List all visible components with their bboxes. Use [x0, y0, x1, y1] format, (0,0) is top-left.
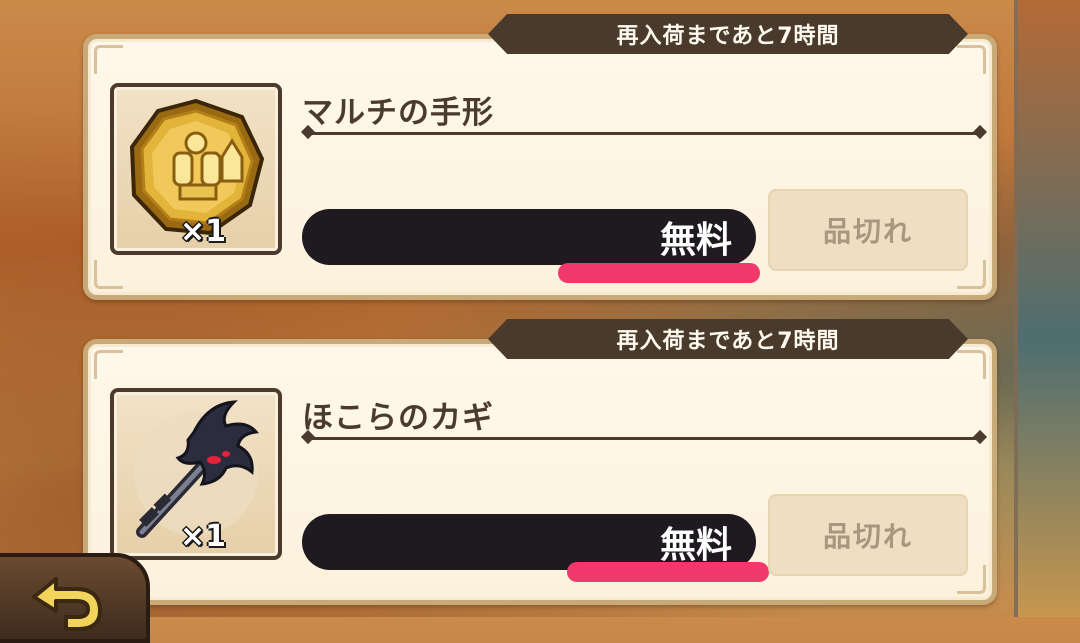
item-quantity: ×1	[180, 214, 227, 249]
card-corner-ornament	[94, 350, 123, 379]
sold-out-label: 品切れ	[822, 520, 913, 553]
price-label: 無料	[659, 220, 732, 261]
card-corner-ornament	[94, 45, 123, 74]
restock-banner: 再入荷まであと7時間	[488, 319, 968, 359]
sold-out-button[interactable]: 品切れ	[768, 494, 968, 576]
shop-item-card: 再入荷まであと7時間 ×1 マルチの手形 無料 品切れ	[83, 14, 997, 300]
card-corner-ornament	[94, 260, 123, 289]
card-corner-ornament	[957, 45, 986, 74]
item-icon-frame[interactable]: ×1	[110, 83, 282, 255]
price-bar: 無料	[302, 209, 756, 265]
back-arrow-icon	[32, 577, 102, 631]
price-label: 無料	[659, 525, 732, 566]
sold-out-button[interactable]: 品切れ	[768, 189, 968, 271]
restock-banner: 再入荷まであと7時間	[488, 14, 968, 54]
item-quantity: ×1	[180, 519, 227, 554]
sold-out-label: 品切れ	[822, 215, 913, 248]
item-name: マルチの手形	[302, 95, 494, 131]
divider	[308, 437, 980, 440]
scrollbar-track	[1014, 0, 1018, 617]
background-right	[1018, 0, 1080, 617]
restock-text: 再入荷まであと7時間	[616, 329, 840, 354]
highlight-underline	[567, 562, 769, 582]
divider	[308, 132, 980, 135]
card-corner-ornament	[957, 350, 986, 379]
item-icon-frame[interactable]: ×1	[110, 388, 282, 560]
item-name: ほこらのカギ	[302, 400, 494, 436]
shop-item-card: 再入荷まであと7時間 ×1 ほこらのカギ 無料 品切れ	[83, 319, 997, 605]
back-button[interactable]	[0, 553, 150, 643]
highlight-underline	[558, 263, 760, 283]
restock-text: 再入荷まであと7時間	[616, 24, 840, 49]
